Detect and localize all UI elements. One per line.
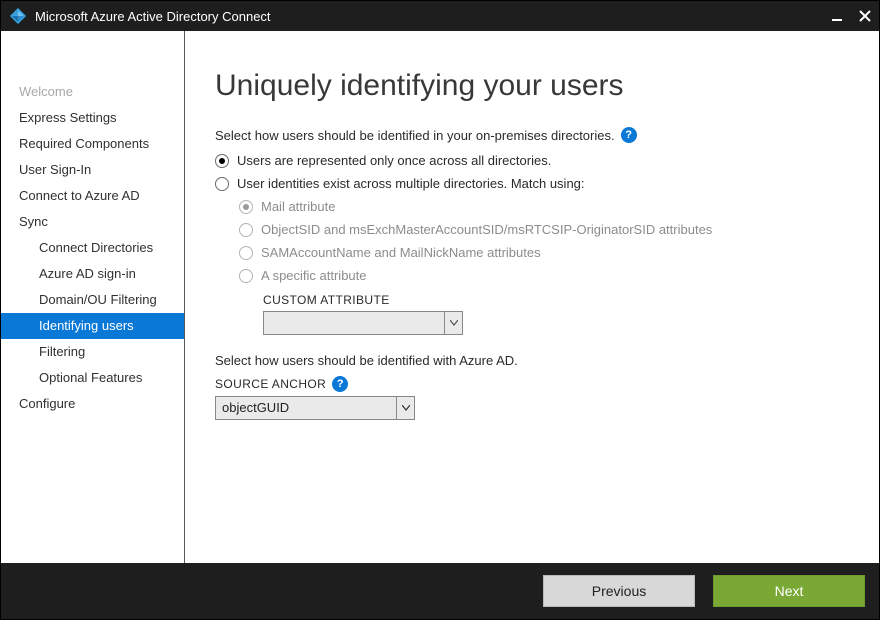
custom-attribute-combo [263, 311, 463, 335]
sidebar-item-required-components[interactable]: Required Components [1, 131, 184, 157]
radio-label: User identities exist across multiple di… [237, 176, 585, 191]
sidebar-item-connect-directories[interactable]: Connect Directories [1, 235, 184, 261]
radio-icon [239, 246, 253, 260]
radio-label: Mail attribute [261, 199, 335, 214]
source-anchor-label: SOURCE ANCHOR [215, 377, 326, 391]
help-icon[interactable]: ? [332, 376, 348, 392]
radio-row-multiple[interactable]: User identities exist across multiple di… [215, 172, 849, 195]
radio-icon [239, 223, 253, 237]
sidebar-item-express-settings[interactable]: Express Settings [1, 105, 184, 131]
intro-on-prem-text: Select how users should be identified in… [215, 128, 615, 143]
source-anchor-block: SOURCE ANCHOR ? objectGUID [215, 376, 849, 420]
radio-label: Users are represented only once across a… [237, 153, 551, 168]
page-title: Uniquely identifying your users [215, 69, 849, 103]
close-button[interactable] [851, 1, 879, 31]
source-anchor-combo[interactable]: objectGUID [215, 396, 415, 420]
sidebar-item-welcome: Welcome [1, 79, 184, 105]
radio-row-specific-attribute: A specific attribute [215, 264, 849, 287]
sidebar-item-connect-to-azure-ad[interactable]: Connect to Azure AD [1, 183, 184, 209]
sidebar-item-azure-ad-sign-in[interactable]: Azure AD sign-in [1, 261, 184, 287]
next-button[interactable]: Next [713, 575, 865, 607]
sidebar-item-sync[interactable]: Sync [1, 209, 184, 235]
sidebar: Welcome Express Settings Required Compon… [1, 31, 185, 563]
source-anchor-label-row: SOURCE ANCHOR ? [215, 376, 849, 392]
minimize-button[interactable] [823, 1, 851, 31]
body: Welcome Express Settings Required Compon… [1, 31, 879, 563]
custom-attribute-value [264, 312, 444, 334]
chevron-down-icon [444, 312, 462, 334]
azure-ad-connect-window: Microsoft Azure Active Directory Connect… [0, 0, 880, 620]
radio-row-mail: Mail attribute [215, 195, 849, 218]
footer: Previous Next [1, 563, 879, 619]
radio-icon [239, 200, 253, 214]
azure-logo-icon [9, 7, 27, 25]
titlebar: Microsoft Azure Active Directory Connect [1, 1, 879, 31]
sidebar-item-user-sign-in[interactable]: User Sign-In [1, 157, 184, 183]
content: Uniquely identifying your users Select h… [185, 31, 879, 563]
sidebar-item-configure[interactable]: Configure [1, 391, 184, 417]
window-title: Microsoft Azure Active Directory Connect [35, 9, 823, 24]
intro-on-prem: Select how users should be identified in… [215, 127, 849, 143]
radio-label: A specific attribute [261, 268, 367, 283]
chevron-down-icon[interactable] [396, 397, 414, 419]
radio-row-samaccountname: SAMAccountName and MailNickName attribut… [215, 241, 849, 264]
radio-row-once[interactable]: Users are represented only once across a… [215, 149, 849, 172]
radio-label: ObjectSID and msExchMasterAccountSID/msR… [261, 222, 712, 237]
sidebar-item-domain-ou-filtering[interactable]: Domain/OU Filtering [1, 287, 184, 313]
sidebar-item-identifying-users[interactable]: Identifying users [1, 313, 184, 339]
custom-attribute-block: CUSTOM ATTRIBUTE [215, 293, 849, 335]
previous-button[interactable]: Previous [543, 575, 695, 607]
intro-azure-ad: Select how users should be identified wi… [215, 353, 849, 368]
sidebar-item-filtering[interactable]: Filtering [1, 339, 184, 365]
custom-attribute-label: CUSTOM ATTRIBUTE [263, 293, 849, 307]
source-anchor-value: objectGUID [216, 397, 396, 419]
radio-label: SAMAccountName and MailNickName attribut… [261, 245, 541, 260]
radio-icon [215, 154, 229, 168]
sidebar-item-optional-features[interactable]: Optional Features [1, 365, 184, 391]
radio-row-objectsid: ObjectSID and msExchMasterAccountSID/msR… [215, 218, 849, 241]
radio-icon [239, 269, 253, 283]
help-icon[interactable]: ? [621, 127, 637, 143]
radio-icon [215, 177, 229, 191]
